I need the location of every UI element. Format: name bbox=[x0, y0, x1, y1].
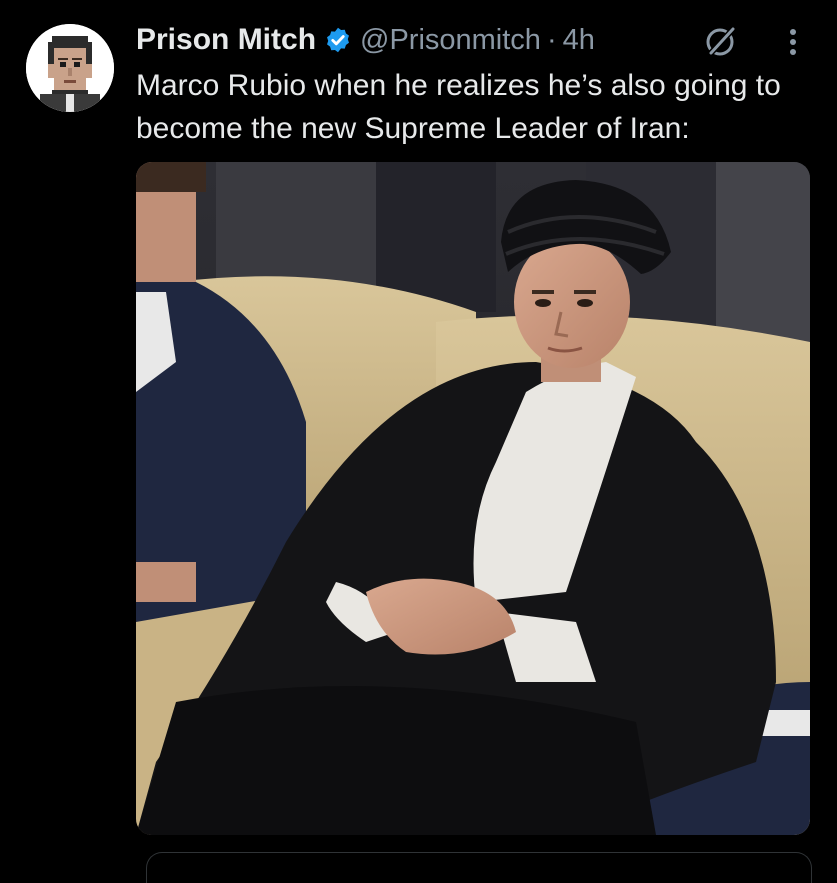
display-name[interactable]: Prison Mitch bbox=[136, 23, 316, 57]
grok-icon[interactable] bbox=[702, 22, 740, 60]
tweet: Prison Mitch @Prisonmitch · 4h Marco Rub… bbox=[0, 0, 837, 883]
post-timestamp[interactable]: 4h bbox=[563, 24, 595, 57]
next-post-card-edge bbox=[146, 852, 812, 883]
pixel-face-avatar-icon bbox=[26, 24, 114, 112]
avatar[interactable] bbox=[26, 24, 114, 112]
more-options-icon[interactable] bbox=[780, 24, 806, 60]
author-handle[interactable]: @Prisonmitch bbox=[360, 24, 541, 57]
verified-badge-icon bbox=[324, 26, 352, 54]
post-header: Prison Mitch @Prisonmitch · 4h bbox=[136, 20, 595, 60]
separator-dot: · bbox=[546, 23, 557, 56]
post-text: Marco Rubio when he realizes he’s also g… bbox=[136, 69, 781, 145]
photo-illustration bbox=[136, 162, 810, 835]
post-media-image[interactable] bbox=[136, 162, 810, 835]
